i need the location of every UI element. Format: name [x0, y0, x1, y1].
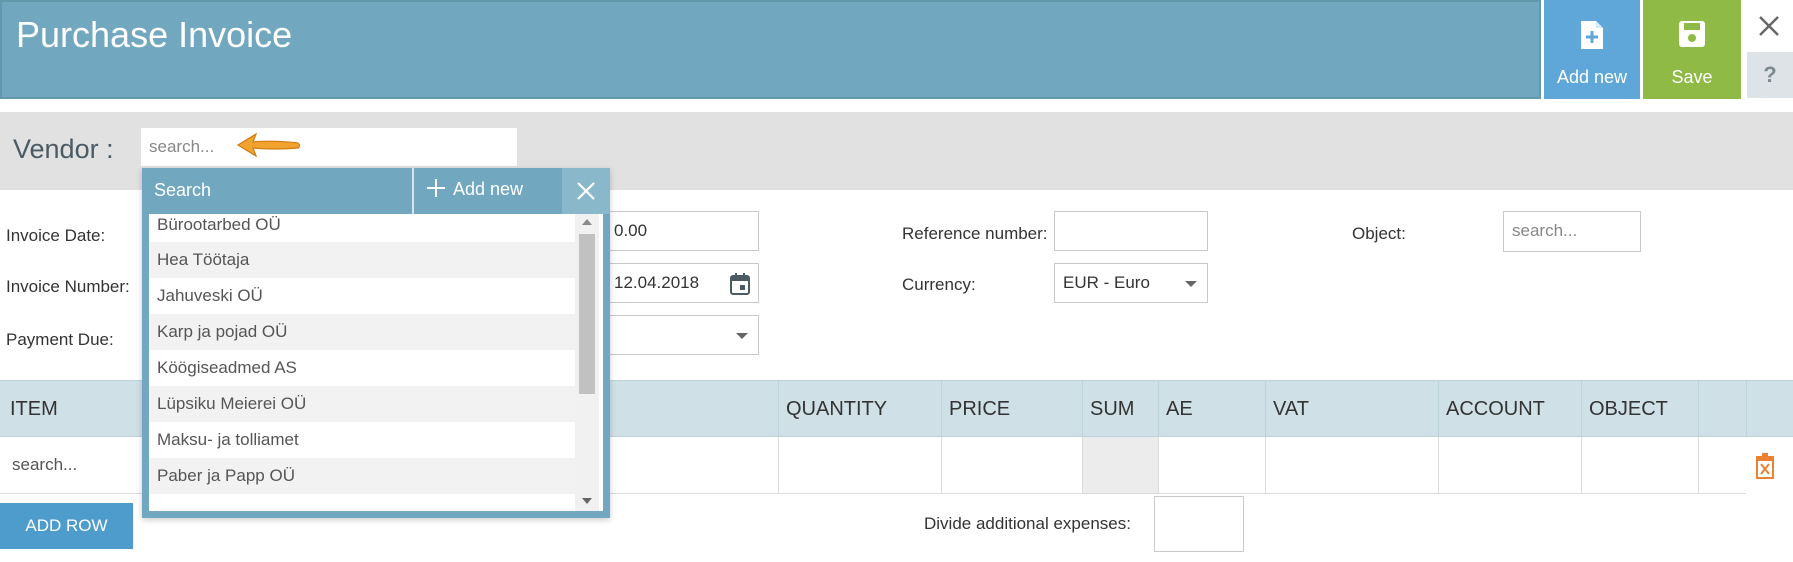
add-new-button[interactable]: Add new [1544, 0, 1640, 99]
save-button[interactable]: Save [1643, 0, 1741, 99]
currency-value: EUR - Euro [1063, 273, 1150, 292]
vendor-search-input[interactable] [141, 128, 517, 166]
vendor-label: Vendor : [13, 134, 114, 164]
column-spacer [1698, 381, 1746, 438]
vendor-dropdown-header: Search Add new [142, 168, 610, 214]
close-icon [577, 182, 595, 200]
list-item[interactable]: Karp ja pojad OÜ [149, 314, 575, 350]
price-cell[interactable] [941, 437, 1082, 494]
payment-due-select[interactable] [605, 315, 759, 355]
calendar-icon[interactable] [730, 273, 750, 295]
chevron-down-icon [736, 333, 748, 339]
quantity-cell[interactable] [778, 437, 941, 494]
chevron-down-icon [1185, 281, 1197, 287]
dropdown-close-button[interactable] [562, 168, 610, 214]
currency-select[interactable]: EUR - Euro [1054, 263, 1208, 303]
column-price: PRICE [941, 381, 1082, 438]
invoice-number-label: Invoice Number: [6, 277, 130, 296]
list-item[interactable]: Paber ja Papp OÜ [149, 458, 575, 494]
date-value: 12.04.2018 [614, 273, 700, 292]
scroll-down-icon[interactable] [582, 498, 592, 504]
ae-cell[interactable] [1158, 437, 1265, 494]
item-search-placeholder[interactable]: search... [12, 455, 77, 475]
column-ae: AE [1158, 381, 1265, 438]
list-item[interactable]: Lüpsiku Meierei OÜ [149, 386, 575, 422]
column-actions [1746, 381, 1793, 438]
add-document-icon [1581, 21, 1603, 49]
list-item[interactable]: Hea Töötaja [149, 242, 575, 278]
column-account: ACCOUNT [1438, 381, 1581, 438]
vendor-list: Bürootarbed OÜ Hea Töötaja Jahuveski OÜ … [149, 214, 575, 511]
column-object: OBJECT [1581, 381, 1698, 438]
save-label: Save [1671, 67, 1713, 87]
dropdown-search-label[interactable]: Search [154, 180, 211, 201]
column-item: ITEM [10, 398, 58, 420]
object-cell[interactable] [1581, 437, 1698, 494]
plus-icon [427, 179, 445, 197]
reference-number-field[interactable] [1054, 211, 1208, 251]
add-row-button[interactable]: ADD ROW [0, 503, 133, 549]
page-title: Purchase Invoice [16, 14, 293, 55]
divide-expenses-input[interactable] [1154, 496, 1244, 552]
dropdown-add-new-button[interactable]: Add new [427, 179, 523, 200]
column-vat: VAT [1265, 381, 1438, 438]
column-sum: SUM [1082, 381, 1158, 438]
amount-field[interactable]: 0.00 [605, 211, 759, 251]
currency-label: Currency: [902, 275, 976, 294]
invoice-date-label: Invoice Date: [6, 226, 106, 245]
list-item[interactable]: Bürootarbed OÜ [149, 214, 575, 242]
list-item[interactable]: Jahuveski OÜ [149, 278, 575, 314]
invoice-date-field[interactable]: 12.04.2018 [605, 263, 759, 303]
dropdown-add-new-label: Add new [453, 179, 524, 199]
add-new-label: Add new [1556, 67, 1628, 87]
payment-due-label: Payment Due: [6, 330, 114, 349]
scrollbar-thumb[interactable] [579, 234, 595, 394]
vat-cell[interactable] [1265, 437, 1438, 494]
reference-number-label: Reference number: [902, 224, 1048, 243]
scroll-up-icon[interactable] [582, 219, 592, 225]
list-item[interactable]: Maksu- ja tolliamet [149, 422, 575, 458]
spacer-cell [1698, 437, 1746, 494]
pointer-arrow-icon [236, 132, 301, 158]
divider [412, 168, 414, 214]
close-icon[interactable] [1749, 6, 1789, 46]
divide-expenses-label: Divide additional expenses: [924, 514, 1131, 533]
dropdown-scrollbar[interactable] [575, 214, 599, 511]
delete-row-icon[interactable] [1754, 453, 1776, 479]
object-search-input[interactable]: search... [1503, 211, 1641, 252]
object-label: Object: [1352, 224, 1406, 243]
help-button[interactable]: ? [1747, 52, 1793, 98]
list-item[interactable]: Köögiseadmed AS [149, 350, 575, 386]
account-cell[interactable] [1438, 437, 1581, 494]
save-icon [1679, 21, 1705, 47]
column-quantity: QUANTITY [778, 381, 941, 438]
sum-cell [1082, 437, 1158, 494]
